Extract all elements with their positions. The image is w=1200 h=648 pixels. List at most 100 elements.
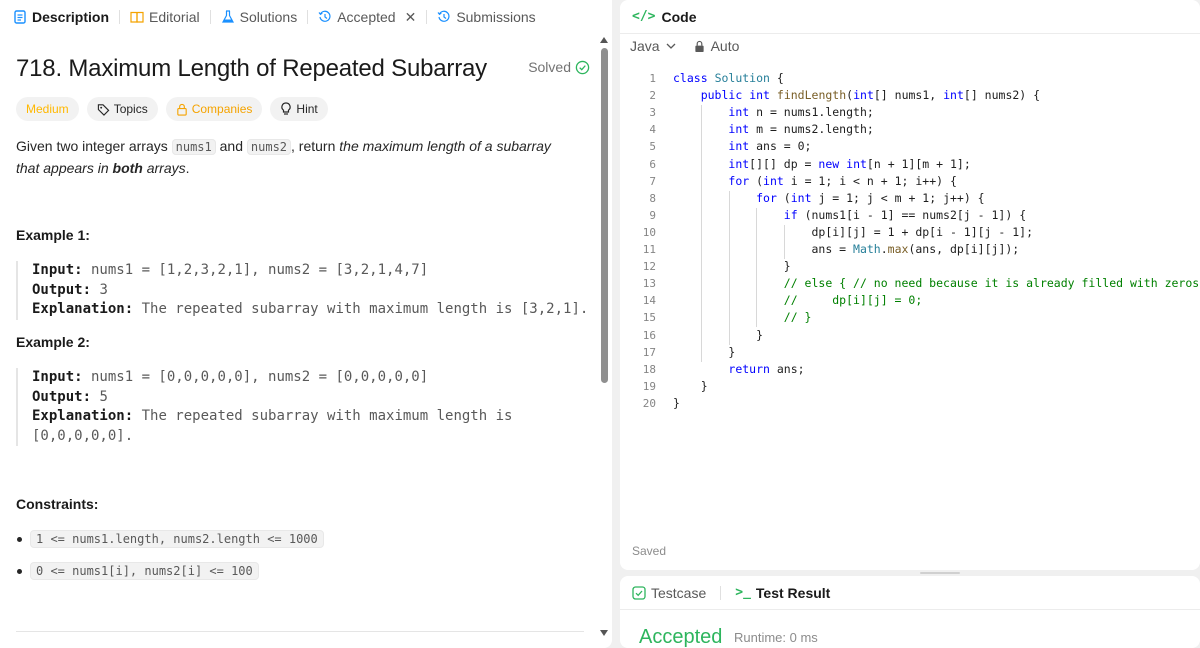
tab-label: Description	[32, 9, 110, 25]
constraint-code: 0 <= nums1[i], nums2[i] <= 100	[30, 562, 259, 580]
line-number: 11	[642, 243, 656, 256]
auto-mode-toggle[interactable]: Auto	[694, 38, 739, 54]
line-number: 5	[649, 140, 656, 154]
code-line: // dp[i][j] = 0;	[783, 293, 923, 308]
tab-divider	[720, 585, 722, 600]
tab-solutions[interactable]: Solutions	[219, 0, 300, 34]
desc-emphasis: arrays	[142, 160, 186, 176]
code-panel: </> Code Java Auto 1 class Solution {2 pu…	[620, 0, 1200, 570]
constraint-item: 1 <= nums1.length, nums2.length <= 1000	[17, 530, 324, 548]
bullet	[17, 536, 22, 542]
language-select[interactable]: Java	[630, 38, 676, 54]
code-line: }	[673, 327, 764, 342]
input-value: nums1 = [1,2,3,2,1], nums2 = [3,2,1,4,7]	[82, 262, 429, 278]
code-line: dp[i][j] = 1 + dp[i - 1][j - 1];	[673, 224, 1034, 239]
code-line: class Solution {	[673, 71, 784, 85]
solved-label: Solved	[528, 59, 571, 75]
hint-button[interactable]: Hint	[270, 97, 328, 121]
tab-accepted[interactable]: Accepted ✕	[316, 0, 418, 34]
line-number: 20	[642, 396, 656, 410]
example-1-block: Input: nums1 = [1,2,3,2,1], nums2 = [3,2…	[16, 261, 588, 320]
example-2-heading: Example 2:	[16, 334, 90, 350]
line-number: 9	[649, 208, 656, 222]
desc-bold: both	[112, 160, 143, 176]
line-number: 12	[642, 260, 656, 274]
divider	[16, 631, 584, 632]
scroll-down-arrow[interactable]	[600, 630, 608, 636]
explanation-value: The repeated subarray with maximum lengt…	[133, 301, 589, 317]
explanation-label: Explanation:	[32, 301, 134, 317]
code-line: for (int i = 1; i < n + 1; i++) {	[728, 173, 957, 188]
result-tabs: Testcase >_ Test Result	[620, 576, 1200, 610]
line-number: 14	[642, 294, 656, 308]
language-label: Java	[630, 38, 660, 54]
inline-code: nums1	[171, 139, 216, 155]
saved-status: Saved	[632, 544, 667, 558]
input-label: Input:	[32, 262, 83, 278]
line-number: 7	[649, 174, 656, 188]
terminal-icon: >_	[735, 585, 751, 600]
code-line: // }	[783, 310, 812, 325]
flask-icon	[221, 10, 234, 23]
lock-icon	[694, 40, 704, 52]
tab-label: Accepted	[337, 9, 396, 25]
line-number: 18	[642, 362, 656, 376]
tab-editorial[interactable]: Editorial	[128, 0, 202, 34]
history-icon	[437, 10, 450, 22]
tab-testcase[interactable]: Testcase	[632, 585, 706, 601]
resize-handle[interactable]	[920, 572, 960, 574]
history-icon	[318, 10, 331, 22]
companies-button[interactable]: Companies	[165, 97, 263, 121]
line-number: 13	[642, 277, 656, 291]
line-number: 16	[642, 328, 656, 342]
result-panel: Testcase >_ Test Result Accepted Runtime…	[620, 576, 1200, 648]
bullet	[17, 568, 22, 574]
tab-label: Test Result	[755, 584, 831, 601]
output-value: 5	[91, 388, 108, 405]
problem-panel: Description Editorial Solutions Accepted…	[0, 0, 612, 648]
problem-title: 718. Maximum Length of Repeated Subarray	[16, 55, 487, 82]
desc-text: .	[185, 160, 190, 176]
tab-test-result[interactable]: >_ Test Result	[735, 585, 830, 601]
companies-label: Companies	[191, 102, 253, 116]
scroll-up-arrow[interactable]	[600, 37, 608, 43]
tab-description[interactable]: Description	[11, 0, 111, 34]
desc-text: , return	[291, 138, 340, 154]
code-line: public int findLength(int[] nums1, int[]…	[700, 88, 1041, 103]
indent-guide	[756, 207, 758, 328]
lock-icon	[176, 103, 187, 116]
example-1-heading: Example 1:	[16, 227, 90, 243]
output-value: 3	[91, 281, 108, 298]
tab-label: Testcase	[651, 584, 707, 601]
code-line: for (int j = 1; j < m + 1; j++) {	[756, 190, 985, 205]
checkbox-icon	[632, 585, 646, 600]
code-line: }	[673, 344, 736, 359]
close-icon[interactable]: ✕	[405, 9, 417, 26]
constraint-item: 0 <= nums1[i], nums2[i] <= 100	[17, 562, 259, 580]
problem-description: Given two integer arrays nums1 and nums2…	[16, 136, 576, 179]
tab-label: Editorial	[149, 9, 200, 25]
output-label: Output:	[32, 388, 92, 405]
tab-submissions[interactable]: Submissions	[435, 0, 537, 34]
line-number: 10	[642, 225, 656, 239]
solved-badge: Solved	[528, 59, 590, 75]
tab-divider	[307, 10, 309, 24]
input-label: Input:	[32, 369, 83, 385]
hint-label: Hint	[296, 102, 318, 116]
book-icon	[130, 11, 144, 23]
code-line: return ans;	[728, 361, 805, 376]
indent-guide	[784, 224, 786, 260]
line-number: 19	[642, 379, 656, 393]
editor-toolbar: Java Auto	[630, 38, 739, 54]
indent-guide	[728, 190, 730, 345]
line-number: 17	[642, 345, 656, 359]
scrollbar-thumb[interactable]	[601, 48, 608, 383]
tab-divider	[119, 10, 121, 24]
difficulty-badge: Medium	[16, 97, 79, 121]
line-number: 3	[649, 106, 656, 120]
topics-label: Topics	[113, 102, 148, 116]
inline-code: nums2	[246, 139, 292, 155]
difficulty-label: Medium	[26, 102, 69, 116]
topics-button[interactable]: Topics	[86, 97, 158, 121]
check-circle-icon	[575, 60, 590, 74]
